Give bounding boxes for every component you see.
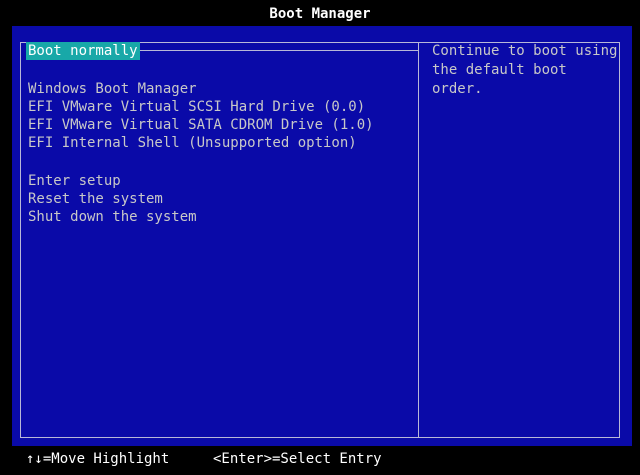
- menu-group-system: Enter setup Reset the system Shut down t…: [26, 172, 199, 226]
- menu-item-scsi-hard-drive[interactable]: EFI VMware Virtual SCSI Hard Drive (0.0): [26, 98, 376, 116]
- menu-item-sata-cdrom-drive[interactable]: EFI VMware Virtual SATA CDROM Drive (1.0…: [26, 116, 376, 134]
- menu-item-boot-normally[interactable]: Boot normally: [26, 42, 140, 60]
- page-title: Boot Manager: [269, 6, 371, 22]
- select-entry-hint: <Enter>=Select Entry: [213, 451, 382, 467]
- footer-hints: ↑↓=Move Highlight <Enter>=Select Entry: [0, 448, 640, 472]
- main-panel: Boot normally Windows Boot Manager EFI V…: [12, 26, 632, 446]
- panel-divider: [418, 42, 419, 438]
- menu-item-internal-shell[interactable]: EFI Internal Shell (Unsupported option): [26, 134, 376, 152]
- move-highlight-hint: ↑↓=Move Highlight: [26, 451, 170, 467]
- menu-item-shut-down-system[interactable]: Shut down the system: [26, 208, 199, 226]
- menu-group-default: Boot normally: [26, 42, 140, 60]
- menu-item-reset-system[interactable]: Reset the system: [26, 190, 199, 208]
- help-description: Continue to boot using the default boot …: [432, 43, 618, 97]
- menu-group-boot-devices: Windows Boot Manager EFI VMware Virtual …: [26, 80, 376, 152]
- selection-indicator-line: [132, 50, 419, 51]
- menu-item-windows-boot-manager[interactable]: Windows Boot Manager: [26, 80, 376, 98]
- boot-manager-screen: Boot Manager Boot normally Windows Boot …: [0, 0, 640, 475]
- menu-item-enter-setup[interactable]: Enter setup: [26, 172, 199, 190]
